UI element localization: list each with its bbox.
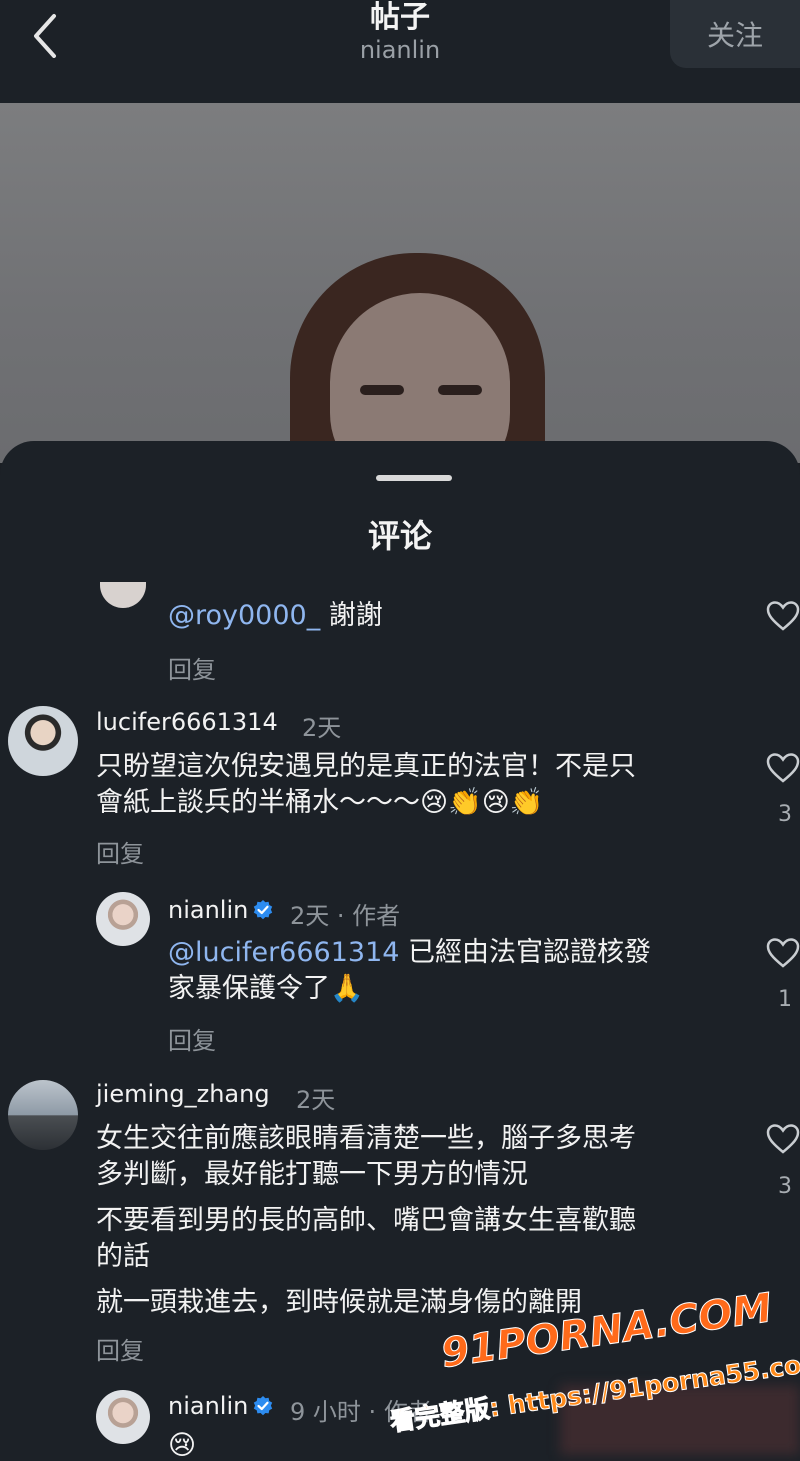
post-image	[0, 103, 800, 463]
verified-badge-icon	[254, 1396, 273, 1416]
sheet-title: 评论	[367, 517, 432, 555]
reply-button[interactable]: 回复	[168, 650, 216, 685]
heart-icon[interactable]	[766, 1123, 800, 1155]
like-count: 3	[778, 802, 792, 827]
comment-time: 2天	[302, 714, 342, 742]
heart-icon[interactable]	[766, 752, 800, 784]
mention-link[interactable]: @roy0000_	[168, 600, 320, 631]
heart-icon[interactable]	[766, 937, 800, 969]
comment-text: 只盼望這次倪安遇見的是真正的法官！不是只 會紙上談兵的半桶水～～～😢👏😢👏	[96, 751, 636, 818]
comment-text: 女生交往前應該眼睛看清楚一些，腦子多思考 多判斷，最好能打聽一下男方的情況 不要…	[96, 1123, 636, 1318]
username[interactable]: jieming_zhang	[96, 1080, 270, 1108]
avatar[interactable]	[96, 892, 150, 946]
like-count: 3	[778, 1174, 792, 1199]
follow-button[interactable]: 关注	[670, 0, 800, 68]
reply-button[interactable]: 回复	[96, 834, 144, 869]
avatar[interactable]	[8, 706, 78, 776]
comment-time: 2天	[296, 1086, 336, 1114]
mention-link[interactable]: @lucifer6661314	[168, 937, 399, 968]
top-bar: 帖子 nianlin 关注	[0, 0, 800, 103]
username[interactable]: lucifer6661314	[96, 708, 278, 736]
heart-icon[interactable]	[766, 600, 800, 632]
comment-text: @roy0000_ 謝謝	[168, 600, 383, 631]
like-count: 1	[778, 987, 792, 1012]
comment-time: 2天 · 作者	[290, 902, 401, 930]
drag-handle[interactable]	[376, 475, 452, 481]
avatar[interactable]	[8, 1080, 78, 1150]
avatar[interactable]	[96, 1390, 150, 1444]
reply-button[interactable]: 回复	[168, 1021, 216, 1056]
emoji: 😢👏😢👏	[420, 787, 544, 818]
emoji: 🙏	[330, 973, 364, 1004]
comment-text: 😢	[168, 1428, 196, 1461]
comment-text: @lucifer6661314 已經由法官認證核發 家暴保護令了🙏	[168, 937, 652, 1004]
emoji: 😢	[168, 1430, 197, 1461]
reply-button[interactable]: 回复	[96, 1331, 144, 1366]
username[interactable]: nianlin	[168, 1392, 278, 1420]
verified-badge-icon	[254, 900, 273, 920]
username[interactable]: nianlin	[168, 896, 278, 924]
